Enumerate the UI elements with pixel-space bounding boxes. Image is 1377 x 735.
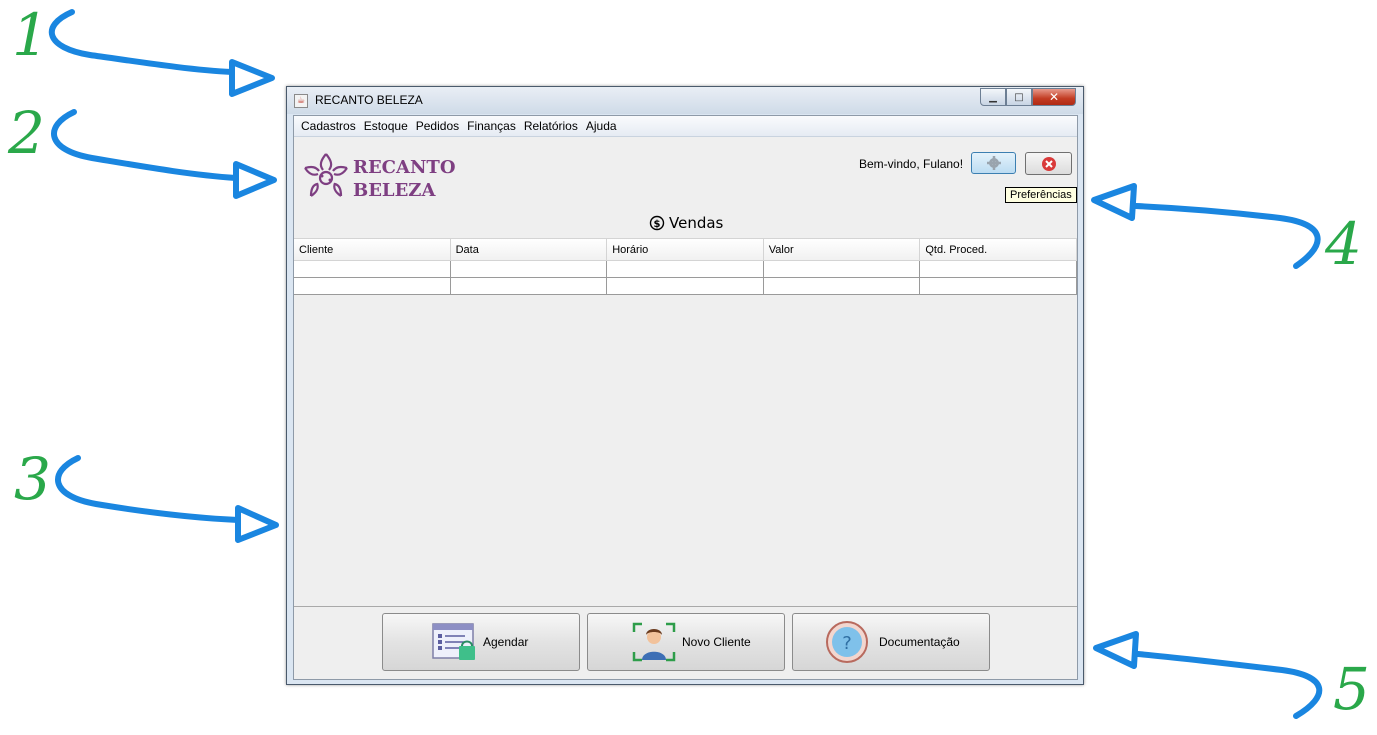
menu-bar: Cadastros Estoque Pedidos Finanças Relat… [294, 116, 1077, 137]
table-cell[interactable] [920, 261, 1077, 277]
svg-text:?: ? [842, 633, 852, 654]
menu-ajuda[interactable]: Ajuda [582, 119, 621, 133]
menu-estoque[interactable]: Estoque [360, 119, 412, 133]
documentation-label: Documentação [879, 635, 960, 649]
arrow-4 [1133, 203, 1321, 269]
table-cell[interactable] [451, 261, 608, 277]
java-app-icon: ☕ [294, 94, 308, 108]
column-header-cliente[interactable]: Cliente [294, 239, 451, 260]
window-content: Cadastros Estoque Pedidos Finanças Relat… [293, 115, 1078, 680]
new-client-button[interactable]: Novo Cliente [587, 613, 785, 671]
window-controls: ▁ □ ✕ [980, 88, 1076, 106]
table-cell[interactable] [294, 261, 451, 277]
column-header-qtd-proced[interactable]: Qtd. Proced. [920, 239, 1077, 260]
table-cell[interactable] [764, 278, 921, 294]
table-row[interactable] [294, 261, 1077, 278]
table-cell[interactable] [607, 261, 764, 277]
arrow-3 [55, 455, 241, 523]
section-title: $ Vendas [649, 214, 723, 232]
table-row[interactable] [294, 278, 1077, 295]
sales-table: Cliente Data Horário Valor Qtd. Proced. [294, 238, 1077, 296]
schedule-checklist-icon [432, 623, 475, 660]
svg-text:$: $ [654, 219, 661, 230]
arrow-4-head [1091, 183, 1137, 221]
title-bar[interactable]: ☕ RECANTO BELEZA ▁ □ ✕ [287, 87, 1083, 114]
arrow-5 [1135, 651, 1323, 719]
table-header: Cliente Data Horário Valor Qtd. Proced. [294, 238, 1077, 261]
app-window: ☕ RECANTO BELEZA ▁ □ ✕ Cadastros Estoque… [286, 86, 1084, 685]
menu-relatorios[interactable]: Relatórios [520, 119, 582, 133]
arrow-2 [51, 109, 239, 181]
table-area-divider [294, 606, 1077, 607]
annotation-number-5: 5 [1333, 655, 1370, 723]
help-question-icon: ? [826, 621, 868, 663]
menu-cadastros[interactable]: Cadastros [297, 119, 360, 133]
schedule-button[interactable]: Agendar [382, 613, 580, 671]
brand-line-2: BELEZA [353, 180, 436, 201]
welcome-text: Bem-vindo, Fulano! [859, 157, 964, 171]
flower-logo-icon [304, 153, 348, 197]
annotation-number-4: 4 [1325, 210, 1362, 278]
column-header-horario[interactable]: Horário [607, 239, 764, 260]
arrow-1-head [229, 59, 275, 97]
column-header-valor[interactable]: Valor [764, 239, 921, 260]
window-title: RECANTO BELEZA [315, 93, 423, 107]
annotation-number-1: 1 [12, 1, 49, 69]
annotation-number-2: 2 [8, 99, 45, 167]
money-icon: $ [649, 215, 665, 231]
arrow-3-head [235, 505, 279, 543]
table-cell[interactable] [607, 278, 764, 294]
menu-financas[interactable]: Finanças [463, 119, 520, 133]
arrow-2-head [233, 161, 277, 199]
table-cell[interactable] [920, 278, 1077, 294]
table-cell[interactable] [764, 261, 921, 277]
arrow-1 [48, 9, 235, 75]
column-header-data[interactable]: Data [451, 239, 608, 260]
table-cell[interactable] [451, 278, 608, 294]
table-cell[interactable] [294, 278, 451, 294]
new-client-label: Novo Cliente [682, 635, 751, 649]
gear-icon [986, 156, 1001, 170]
section-title-text: Vendas [669, 214, 724, 232]
brand-name: RECANTO BELEZA [353, 156, 456, 202]
arrow-5-head [1093, 631, 1139, 669]
close-button[interactable]: ✕ [1032, 88, 1076, 106]
brand-line-1: RECANTO [353, 157, 456, 178]
schedule-label: Agendar [483, 635, 529, 649]
documentation-button[interactable]: ? Documentação [792, 613, 990, 671]
menu-pedidos[interactable]: Pedidos [412, 119, 463, 133]
annotation-number-3: 3 [14, 445, 51, 513]
new-client-icon [632, 622, 676, 662]
preferences-tooltip: Preferências [1005, 187, 1077, 203]
maximize-icon: □ [1014, 91, 1024, 103]
exit-button[interactable] [1025, 152, 1072, 175]
close-icon: ✕ [1048, 90, 1060, 104]
close-circle-icon [1041, 156, 1056, 171]
minimize-button[interactable]: ▁ [980, 88, 1006, 106]
maximize-button[interactable]: □ [1006, 88, 1032, 106]
minimize-icon: ▁ [989, 91, 997, 103]
preferences-button[interactable] [971, 152, 1016, 174]
